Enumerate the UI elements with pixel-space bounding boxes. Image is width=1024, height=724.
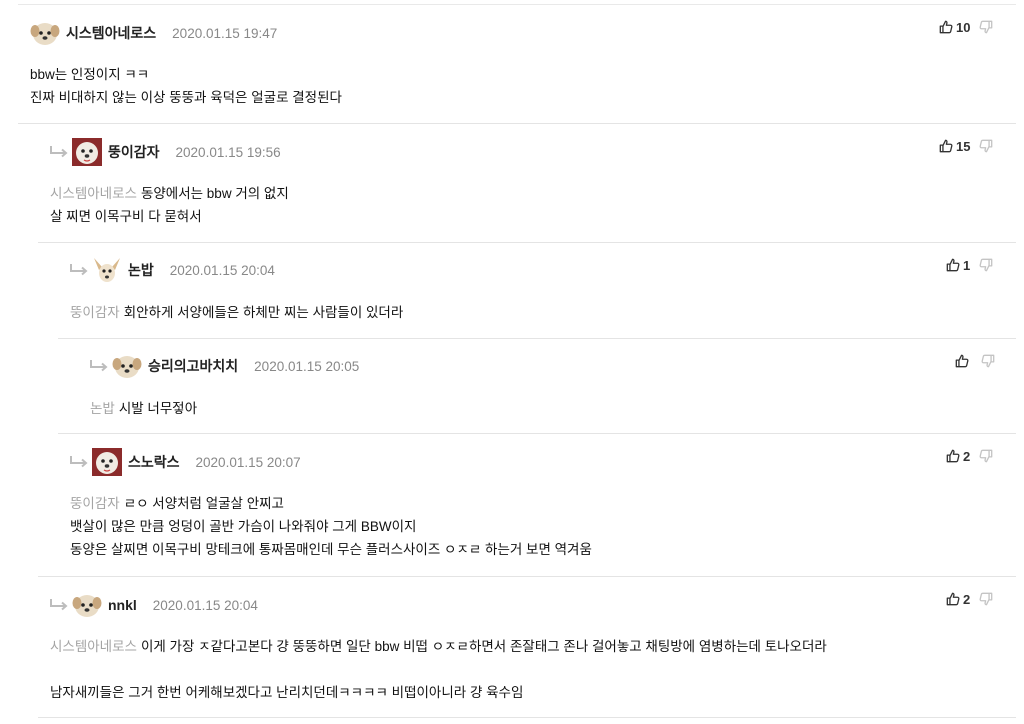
thumbs-down-icon — [979, 592, 993, 606]
dislike-button[interactable] — [981, 354, 995, 368]
like-button[interactable]: 10 — [939, 20, 979, 35]
thumbs-up-icon — [946, 449, 960, 463]
dislike-button[interactable] — [979, 20, 993, 34]
comment-line: 시발 너무젛아 — [118, 401, 198, 416]
comment-date: 2020.01.15 20:05 — [254, 358, 360, 374]
thumbs-up-icon — [939, 20, 953, 34]
vote-box: 1 — [946, 255, 993, 275]
vote-box — [955, 351, 995, 371]
vote-box: 15 — [939, 136, 993, 156]
thumbs-up-icon — [946, 258, 960, 272]
like-button[interactable] — [955, 354, 981, 368]
dog-avatar-icon[interactable] — [72, 138, 102, 166]
reply-arrow-icon — [48, 145, 70, 159]
dog-avatar-icon[interactable] — [72, 591, 102, 619]
comment-header: 시스템아네로스 2020.01.15 19:47 — [30, 21, 277, 45]
dislike-button[interactable] — [979, 449, 993, 463]
like-count: 1 — [963, 257, 971, 273]
comment-body: 시스템아네로스 동양에서는 bbw 거의 없지 살 찌면 이목구비 다 묻혀서 — [50, 182, 289, 228]
comment-nickname[interactable]: 스노락스 — [128, 452, 180, 472]
comment-body: 논밥 시발 너무젛아 — [90, 397, 197, 420]
vote-box: 2 — [946, 589, 993, 609]
dog-avatar-icon[interactable] — [92, 256, 122, 284]
comment-nickname[interactable]: 뚱이감자 — [108, 142, 160, 162]
dislike-button[interactable] — [979, 592, 993, 606]
comment-divider — [58, 338, 1016, 339]
comment-header: 승리의고바치치 2020.01.15 20:05 — [88, 354, 359, 378]
mention-link[interactable]: 뚱이감자 — [70, 496, 120, 511]
comment-line: 남자새끼들은 그거 한번 어케해보겠다고 난리치던데ㅋㅋㅋㅋ 비떱이아니라 걍 … — [50, 685, 524, 700]
comment-line: bbw는 인정이지 ㅋㅋ — [30, 67, 150, 82]
comment-line: ㄹㅇ 서양처럼 얼굴살 안찌고 — [123, 496, 284, 511]
reply-arrow-icon — [68, 455, 90, 469]
comment-date: 2020.01.15 20:04 — [169, 262, 275, 278]
comment-line: 회안하게 서양에들은 하체만 찌는 사람들이 있더라 — [123, 305, 404, 320]
like-button[interactable]: 15 — [939, 139, 979, 154]
comment-line: 살 찌면 이목구비 다 묻혀서 — [50, 209, 202, 224]
comment-divider — [38, 242, 1016, 243]
comment-header: 뚱이감자 2020.01.15 19:56 — [48, 140, 281, 164]
comment-date: 2020.01.15 19:47 — [172, 25, 278, 41]
thumbs-up-icon — [955, 354, 969, 368]
reply-arrow-icon — [68, 263, 90, 277]
mention-link[interactable]: 뚱이감자 — [70, 305, 120, 320]
comment-nickname[interactable]: 시스템아네로스 — [66, 23, 156, 43]
vote-box: 2 — [946, 446, 993, 466]
comment-nickname[interactable]: nnkl — [108, 597, 137, 613]
like-button[interactable]: 2 — [946, 449, 979, 464]
comment-body: 뚱이감자 회안하게 서양에들은 하체만 찌는 사람들이 있더라 — [70, 301, 403, 324]
like-button[interactable]: 1 — [946, 258, 979, 273]
dislike-button[interactable] — [979, 139, 993, 153]
like-count: 10 — [956, 19, 971, 35]
comment-line: 뱃살이 많은 만큼 엉덩이 골반 가슴이 나와줘야 그게 BBW이지 — [70, 519, 417, 534]
comment-nickname[interactable]: 승리의고바치치 — [148, 356, 238, 376]
thumbs-down-icon — [979, 449, 993, 463]
comment-divider — [58, 433, 1016, 434]
reply-arrow-icon — [48, 598, 70, 612]
thumbs-down-icon — [979, 258, 993, 272]
comment-line: 이게 가장 ㅈ같다고본다 걍 뚱뚱하면 일단 bbw 비떱 ㅇㅈㄹ하면서 존잘태… — [140, 639, 827, 654]
comment-date: 2020.01.15 20:07 — [195, 454, 301, 470]
like-count: 2 — [963, 591, 971, 607]
comment-nickname[interactable]: 논밥 — [128, 260, 154, 280]
comment-body: 시스템아네로스 이게 가장 ㅈ같다고본다 걍 뚱뚱하면 일단 bbw 비떱 ㅇㅈㄹ… — [50, 635, 827, 704]
comment-date: 2020.01.15 19:56 — [175, 144, 281, 160]
comment-body: bbw는 인정이지 ㅋㅋ 진짜 비대하지 않는 이상 뚱뚱과 육덕은 얼굴로 결… — [30, 63, 342, 109]
mention-link[interactable]: 시스템아네로스 — [50, 639, 137, 654]
comment-body: 뚱이감자 ㄹㅇ 서양처럼 얼굴살 안찌고 뱃살이 많은 만큼 엉덩이 골반 가슴이… — [70, 492, 592, 561]
comment-line — [50, 658, 827, 681]
thumbs-up-icon — [939, 139, 953, 153]
like-button[interactable]: 2 — [946, 592, 979, 607]
comment-divider — [38, 576, 1016, 577]
mention-link[interactable]: 시스템아네로스 — [50, 186, 137, 201]
comment-divider — [38, 717, 1016, 718]
like-count: 2 — [963, 448, 971, 464]
thumbs-down-icon — [979, 139, 993, 153]
vote-box: 10 — [939, 17, 993, 37]
thumbs-down-icon — [979, 20, 993, 34]
like-count: 15 — [956, 138, 971, 154]
dislike-button[interactable] — [979, 258, 993, 272]
thumbs-up-icon — [946, 592, 960, 606]
comment-header: nnkl 2020.01.15 20:04 — [48, 593, 258, 617]
comment-header: 스노락스 2020.01.15 20:07 — [68, 450, 301, 474]
mention-link[interactable]: 논밥 — [90, 401, 115, 416]
thumbs-down-icon — [981, 354, 995, 368]
dog-avatar-icon[interactable] — [30, 19, 60, 47]
comment-divider — [18, 123, 1016, 124]
comment-line: 진짜 비대하지 않는 이상 뚱뚱과 육덕은 얼굴로 결정된다 — [30, 90, 342, 105]
dog-avatar-icon[interactable] — [92, 448, 122, 476]
comment-date: 2020.01.15 20:04 — [152, 597, 258, 613]
comment-header: 논밥 2020.01.15 20:04 — [68, 258, 275, 282]
dog-avatar-icon[interactable] — [112, 352, 142, 380]
comment-line: 동양은 살찌면 이목구비 망테크에 통짜몸매인데 무슨 플러스사이즈 ㅇㅈㄹ 하… — [70, 542, 592, 557]
reply-arrow-icon — [88, 359, 110, 373]
top-divider — [18, 4, 1016, 5]
comment-line: 동양에서는 bbw 거의 없지 — [140, 186, 289, 201]
